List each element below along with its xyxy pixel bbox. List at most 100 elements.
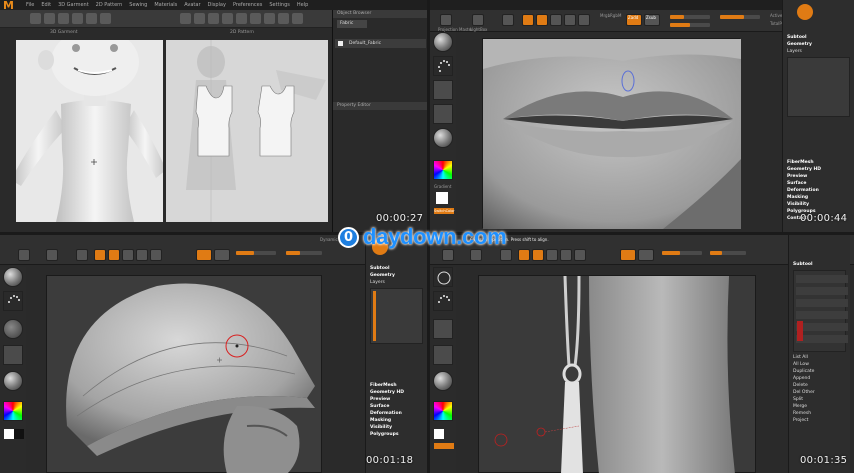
segment-sew-icon[interactable] xyxy=(264,13,275,24)
del-other-button[interactable]: Del Other xyxy=(789,389,850,396)
menu-3d-garment[interactable]: 3D Garment xyxy=(58,2,89,8)
zbrush-canvas-lips[interactable] xyxy=(482,38,741,229)
project-button[interactable]: Project xyxy=(789,417,850,424)
fold-tool-icon[interactable] xyxy=(86,13,97,24)
geometry-hd-menu[interactable]: Geometry HD xyxy=(783,166,854,173)
menu-avatar[interactable]: Avatar xyxy=(184,2,200,8)
texture-thumbnail-icon[interactable] xyxy=(433,104,453,124)
stroke-thumbnail-icon[interactable] xyxy=(3,291,23,311)
2d-pattern-window[interactable] xyxy=(166,40,328,222)
polygon-tool-icon[interactable] xyxy=(194,13,205,24)
append-button[interactable]: Append xyxy=(789,375,850,382)
fabric-visibility-checkbox[interactable] xyxy=(338,41,343,46)
zsub-button[interactable] xyxy=(214,249,230,261)
pin-tool-icon[interactable] xyxy=(58,13,69,24)
select-tool-icon[interactable] xyxy=(30,13,41,24)
menu-file[interactable]: File xyxy=(26,2,34,8)
subtool-row-4[interactable] xyxy=(796,311,848,319)
alpha-thumbnail-icon[interactable] xyxy=(433,319,453,339)
menu-edit[interactable]: Edit xyxy=(41,2,51,8)
masking-menu[interactable]: Masking xyxy=(783,194,854,201)
menu-preferences[interactable]: Preferences xyxy=(233,2,262,8)
color-picker[interactable] xyxy=(3,401,23,421)
delete-button[interactable]: Delete xyxy=(789,382,850,389)
texture-thumbnail-icon[interactable] xyxy=(3,345,23,365)
scale-button[interactable] xyxy=(560,249,572,261)
texture-thumbnail-icon[interactable] xyxy=(433,345,453,365)
rotate-button[interactable] xyxy=(574,249,586,261)
draw-button[interactable] xyxy=(532,249,544,261)
move-button[interactable] xyxy=(550,14,562,26)
fibermesh-menu[interactable]: FiberMesh xyxy=(783,159,854,166)
fabric-tab[interactable]: Fabric xyxy=(337,20,367,28)
z-intensity-slider[interactable] xyxy=(670,23,710,27)
edit-sew-icon[interactable] xyxy=(292,13,303,24)
alpha-thumbnail-icon[interactable] xyxy=(3,319,23,339)
surface-menu[interactable]: Surface xyxy=(783,180,854,187)
subtool-menu-title[interactable]: Subtool xyxy=(789,261,850,268)
preview-menu[interactable]: Preview xyxy=(783,173,854,180)
brush-thumbnail-icon[interactable] xyxy=(433,267,453,287)
brush-thumbnail-icon[interactable] xyxy=(3,267,23,287)
edit-button[interactable] xyxy=(518,249,530,261)
z-intensity-slider[interactable] xyxy=(662,251,702,255)
edit-button[interactable] xyxy=(522,14,534,26)
geometry-hd-menu[interactable]: Geometry HD xyxy=(366,389,427,396)
color-picker[interactable] xyxy=(433,401,453,421)
preview-menu[interactable]: Preview xyxy=(366,396,427,403)
subtool-menu-title[interactable]: Subtool xyxy=(783,34,854,41)
draw-button[interactable] xyxy=(108,249,120,261)
alpha-thumbnail-icon[interactable] xyxy=(433,80,453,100)
material-thumbnail-icon[interactable] xyxy=(433,128,453,148)
layers-list[interactable] xyxy=(370,288,423,344)
stroke-thumbnail-icon[interactable] xyxy=(433,291,453,311)
3d-garment-window[interactable] xyxy=(11,28,166,222)
rotate-button[interactable] xyxy=(578,14,590,26)
visibility-menu[interactable]: Visibility xyxy=(783,201,854,208)
menu-sewing[interactable]: Sewing xyxy=(129,2,147,8)
move-tool-icon[interactable] xyxy=(44,13,55,24)
layers-list[interactable] xyxy=(787,57,850,117)
projection-master-button[interactable] xyxy=(18,249,30,261)
remesh-button[interactable]: Remesh xyxy=(789,410,850,417)
geometry-menu-title[interactable]: Geometry xyxy=(366,272,427,279)
all-low-button[interactable]: All Low xyxy=(789,361,850,368)
zbrush-canvas-strap[interactable] xyxy=(478,275,756,473)
duplicate-button[interactable]: Duplicate xyxy=(789,368,850,375)
quick-sketch-button[interactable] xyxy=(502,14,514,26)
merge-button[interactable]: Merge xyxy=(789,403,850,410)
zsub-button[interactable] xyxy=(638,249,654,261)
lightbox-button[interactable] xyxy=(46,249,58,261)
subtool-row-2[interactable] xyxy=(796,287,848,295)
draw-size-slider[interactable] xyxy=(710,251,746,255)
avatar-display-icon[interactable] xyxy=(100,13,111,24)
surface-menu[interactable]: Surface xyxy=(366,403,427,410)
z-intensity-slider[interactable] xyxy=(236,251,276,255)
menu-materials[interactable]: Materials xyxy=(154,2,177,8)
edit-button[interactable] xyxy=(94,249,106,261)
main-color-swatch[interactable] xyxy=(436,192,448,204)
zbrush-canvas-helmet[interactable] xyxy=(46,275,322,473)
draw-size-slider[interactable] xyxy=(286,251,322,255)
menu-display[interactable]: Display xyxy=(208,2,226,8)
circle-tool-icon[interactable] xyxy=(222,13,233,24)
m-label[interactable]: M xyxy=(618,13,621,18)
subtool-menu-title[interactable]: Subtool xyxy=(366,265,427,272)
rotate-button[interactable] xyxy=(150,249,162,261)
simulate-icon[interactable] xyxy=(72,13,83,24)
subtool-row-5[interactable] xyxy=(796,323,848,331)
scale-button[interactable] xyxy=(136,249,148,261)
fabric-list-item[interactable]: Default_Fabric xyxy=(335,39,426,48)
masking-menu[interactable]: Masking xyxy=(366,417,427,424)
projection-master-button[interactable] xyxy=(440,14,452,26)
geometry-menu-title[interactable]: Geometry xyxy=(783,41,854,48)
stroke-thumbnail-icon[interactable] xyxy=(433,56,453,76)
move-button[interactable] xyxy=(546,249,558,261)
move-button[interactable] xyxy=(122,249,134,261)
sew-tool-icon[interactable] xyxy=(250,13,261,24)
layers-menu-title[interactable]: Layers xyxy=(366,279,427,286)
switch-color-button[interactable]: SwitchColor xyxy=(434,208,455,214)
layers-menu-title[interactable]: Layers xyxy=(783,48,854,55)
internal-line-icon[interactable] xyxy=(236,13,247,24)
fibermesh-menu[interactable]: FiberMesh xyxy=(366,382,427,389)
